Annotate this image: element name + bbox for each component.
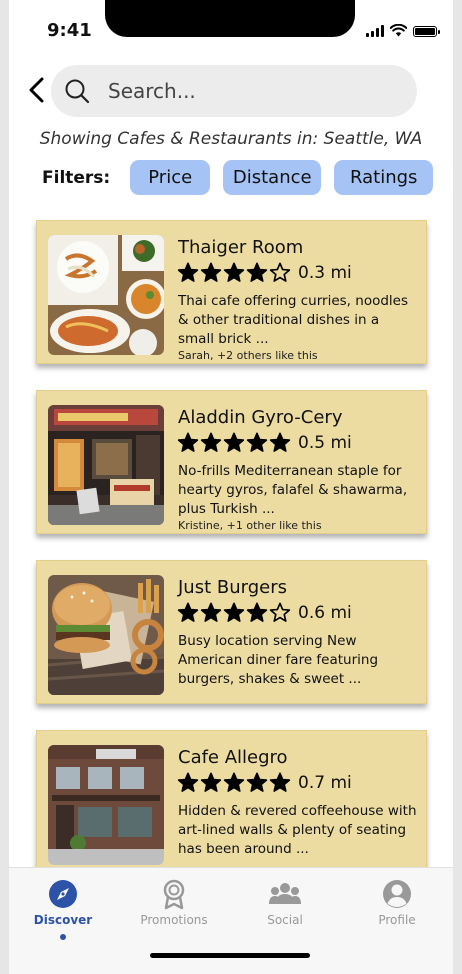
restaurant-card[interactable]: Just Burgers 0.6 mi Busy location servin…	[36, 560, 427, 704]
nav-label: Discover	[33, 913, 93, 927]
restaurant-description: Hidden & revered coffeehouse with art-li…	[178, 803, 417, 857]
star-rating	[177, 772, 291, 794]
restaurant-description: No-frills Mediterranean staple for heart…	[178, 463, 408, 517]
nav-discover[interactable]: Discover	[13, 878, 113, 940]
star-rating	[177, 262, 291, 284]
notch	[105, 0, 355, 37]
star-filled-icon	[223, 772, 245, 792]
nav-label: Promotions	[140, 913, 208, 927]
rating-row: 0.5 mi	[177, 432, 352, 454]
star-filled-icon	[200, 262, 222, 282]
filters-bar: Filters: Price Distance Ratings	[42, 160, 446, 195]
search-bar[interactable]	[51, 65, 417, 117]
star-filled-icon	[200, 772, 222, 792]
restaurant-card[interactable]: Aladdin Gyro-Cery 0.5 mi No-frills Medit…	[36, 390, 427, 534]
star-filled-icon	[246, 262, 268, 282]
star-filled-icon	[246, 772, 268, 792]
restaurant-card[interactable]: Cafe Allegro 0.7 mi Hidden & revered cof…	[36, 730, 427, 874]
star-empty-icon	[269, 262, 291, 282]
filter-price-button[interactable]: Price	[130, 160, 211, 195]
star-filled-icon	[223, 602, 245, 622]
wifi-icon	[390, 24, 407, 37]
filter-ratings-button[interactable]: Ratings	[334, 160, 434, 195]
star-filled-icon	[177, 432, 199, 452]
rating-row: 0.3 mi	[177, 262, 352, 284]
nav-label: Profile	[378, 913, 416, 927]
nav-profile[interactable]: Profile	[347, 878, 447, 927]
location-caption: Showing Cafes & Restaurants in: Seattle,…	[39, 129, 423, 149]
search-input[interactable]	[106, 78, 390, 104]
restaurant-name: Cafe Allegro	[178, 747, 288, 768]
distance-label: 0.7 mi	[298, 773, 352, 793]
star-filled-icon	[200, 432, 222, 452]
restaurant-photo	[48, 405, 164, 525]
filters-label: Filters:	[42, 167, 111, 188]
restaurant-card[interactable]: Thaiger Room 0.3 mi Thai cafe offering c…	[36, 220, 427, 364]
star-rating	[177, 602, 291, 624]
distance-label: 0.3 mi	[298, 263, 352, 283]
star-filled-icon	[269, 432, 291, 452]
star-filled-icon	[269, 772, 291, 792]
likes-text: Sarah, +2 others like this	[178, 349, 318, 362]
star-filled-icon	[223, 432, 245, 452]
star-filled-icon	[246, 432, 268, 452]
battery-icon	[413, 26, 440, 37]
restaurant-photo	[48, 235, 164, 355]
distance-label: 0.5 mi	[298, 433, 352, 453]
home-indicator	[150, 953, 310, 958]
active-indicator	[60, 934, 66, 940]
restaurant-name: Just Burgers	[178, 577, 287, 598]
phone-screen: 9:41 Showing Cafes & Restaurants in: Sea…	[9, 0, 453, 974]
likes-text: Kristine, +1 other like this	[178, 519, 322, 532]
restaurant-photo	[48, 575, 164, 695]
distance-label: 0.6 mi	[298, 603, 352, 623]
nav-promotions[interactable]: Promotions	[124, 878, 224, 927]
star-empty-icon	[269, 602, 291, 622]
ribbon-icon	[163, 879, 185, 910]
rating-row: 0.6 mi	[177, 602, 352, 624]
star-rating	[177, 432, 291, 454]
back-button[interactable]	[25, 74, 49, 106]
status-icons	[366, 24, 440, 37]
user-icon	[383, 880, 411, 908]
restaurant-photo	[48, 745, 164, 865]
nav-social[interactable]: Social	[235, 878, 335, 927]
star-filled-icon	[223, 262, 245, 282]
signal-icon	[366, 25, 384, 37]
nav-label: Social	[267, 913, 303, 927]
star-filled-icon	[200, 602, 222, 622]
star-filled-icon	[177, 262, 199, 282]
restaurant-description: Busy location serving New American diner…	[178, 633, 379, 687]
star-filled-icon	[177, 602, 199, 622]
status-time: 9:41	[47, 20, 92, 41]
restaurant-name: Thaiger Room	[178, 237, 304, 258]
rating-row: 0.7 mi	[177, 772, 352, 794]
restaurant-description: Thai cafe offering curries, noodles & ot…	[178, 293, 408, 347]
group-icon	[269, 883, 301, 904]
filter-distance-button[interactable]: Distance	[223, 160, 322, 195]
star-filled-icon	[246, 602, 268, 622]
star-filled-icon	[177, 772, 199, 792]
chevron-left-icon	[29, 77, 44, 103]
compass-icon	[49, 880, 77, 908]
restaurant-name: Aladdin Gyro-Cery	[178, 407, 343, 428]
search-icon	[65, 79, 90, 104]
